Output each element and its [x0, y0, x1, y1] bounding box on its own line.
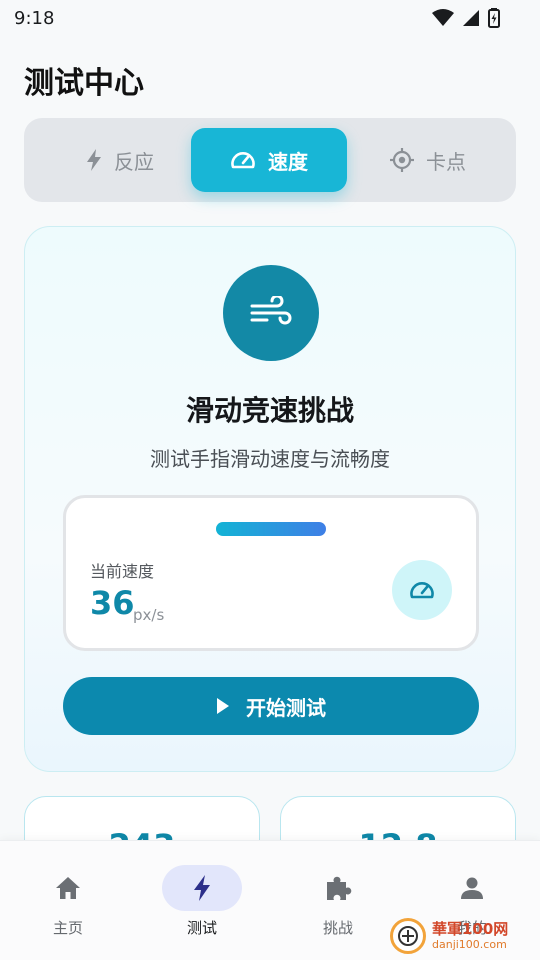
battery-icon: [488, 8, 500, 28]
card-title: 滑动竞速挑战: [185, 394, 354, 427]
watermark-title: 華軍100网: [432, 920, 509, 938]
speed-value: 36: [90, 584, 135, 622]
tab-checkpoint[interactable]: 卡点: [350, 128, 506, 192]
nav-icon-container: [298, 865, 378, 911]
tab-speed-label: 速度: [268, 149, 308, 174]
card-subtitle: 测试手指滑动速度与流畅度: [150, 447, 390, 471]
crosshair-icon: [390, 148, 414, 172]
tab-reaction[interactable]: 反应: [42, 128, 198, 192]
wind-icon: [250, 296, 292, 325]
swipe-track-bar: [216, 522, 326, 536]
wifi-icon: [432, 9, 454, 26]
watermark-url: danji100.com: [432, 938, 507, 951]
speed-gauge-badge: [392, 560, 452, 620]
home-icon: [56, 877, 80, 899]
watermark-text: 華軍100网 danji100.com: [432, 920, 509, 952]
speed-unit: px/s: [133, 606, 165, 624]
test-type-tabs: 反应 速度 卡点: [24, 118, 516, 202]
nav-label: 主页: [52, 919, 83, 937]
nav-icon-container: [432, 865, 512, 911]
nav-item-home[interactable]: 主页: [8, 865, 128, 938]
speedometer-icon: [231, 152, 255, 169]
puzzle-icon: [327, 876, 352, 900]
nav-label: 挑战: [322, 919, 353, 937]
nav-icon-container: [28, 865, 108, 911]
start-test-button[interactable]: 开始测试: [63, 677, 479, 735]
swipe-challenge-card: 滑动竞速挑战 测试手指滑动速度与流畅度 当前速度 36 px/s 开始测试: [24, 226, 516, 772]
bolt-icon: [87, 149, 101, 171]
status-time: 9:18: [14, 7, 55, 29]
person-icon: [461, 877, 483, 899]
page-title: 测试中心: [24, 66, 144, 101]
speedometer-icon: [410, 582, 434, 599]
speed-panel[interactable]: 当前速度 36 px/s: [63, 495, 479, 651]
nav-item-challenge[interactable]: 挑战: [278, 865, 398, 938]
status-bar: 9:18: [0, 0, 540, 36]
bolt-icon: [194, 875, 210, 901]
tab-checkpoint-label: 卡点: [426, 149, 466, 174]
nav-icon-container: [162, 865, 242, 911]
tab-reaction-label: 反应: [114, 149, 154, 174]
play-icon: [217, 698, 229, 714]
status-icons: [432, 8, 500, 28]
signal-icon: [463, 10, 479, 26]
speed-label: 当前速度: [90, 562, 155, 581]
tab-speed[interactable]: 速度: [191, 128, 347, 192]
nav-item-test[interactable]: 测试: [142, 865, 262, 938]
watermark-logo-icon: [390, 918, 426, 954]
hero-icon-badge: [223, 265, 319, 361]
watermark: 華軍100网 danji100.com: [390, 918, 508, 954]
nav-label: 测试: [186, 919, 217, 937]
start-test-label: 开始测试: [246, 695, 326, 720]
